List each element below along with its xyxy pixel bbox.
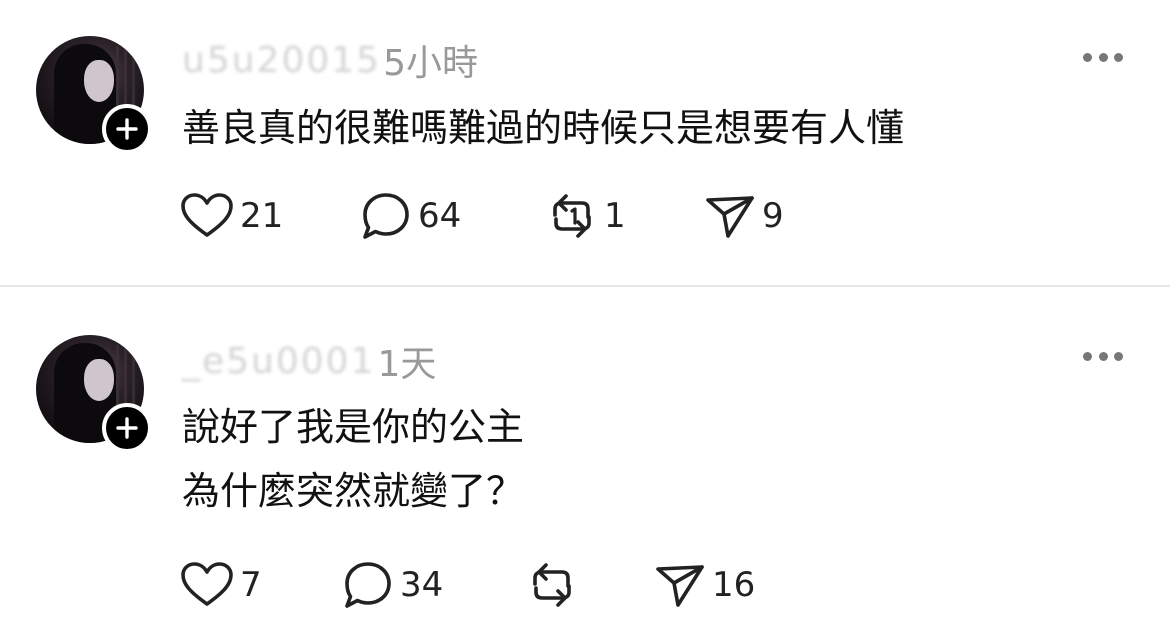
post-time: 1天: [377, 344, 437, 385]
post-text-line: 善良真的很難嗎難過的時候只是想要有人懂: [182, 106, 905, 150]
share-button[interactable]: 16: [654, 557, 755, 613]
share-button[interactable]: 9: [704, 188, 784, 244]
post-header: u5u20015 5小時: [182, 38, 478, 85]
comment-count: 64: [418, 196, 462, 236]
like-count: 21: [240, 196, 284, 236]
like-button[interactable]: 7: [180, 557, 262, 613]
plus-icon: [116, 118, 138, 140]
post-card: u5u20015 5小時 善良真的很難嗎難過的時候只是想要有人懂 21 64 1…: [0, 0, 1170, 286]
repost-icon: [553, 194, 591, 238]
repost-icon: [533, 563, 571, 607]
post-time: 5小時: [383, 43, 478, 84]
send-icon: [706, 196, 754, 238]
avatar-wrap[interactable]: [36, 335, 154, 453]
more-dots-icon[interactable]: [1083, 50, 1123, 64]
like-count: 7: [240, 565, 262, 605]
comment-count: 34: [400, 565, 444, 605]
repost-button[interactable]: [526, 557, 584, 613]
more-dots-icon[interactable]: [1083, 349, 1123, 363]
post-text-line: 說好了我是你的公主: [182, 405, 525, 449]
post-text: 善良真的很難嗎難過的時候只是想要有人懂: [182, 96, 904, 160]
username[interactable]: u5u20015: [182, 40, 381, 81]
comment-bubble-icon: [345, 562, 391, 608]
plus-icon: [116, 417, 138, 439]
avatar-wrap[interactable]: [36, 36, 154, 154]
comment-bubble-icon: [363, 193, 409, 239]
heart-icon: [181, 562, 233, 606]
post-header: _e5u0001 1天: [182, 339, 436, 386]
follow-plus-button[interactable]: [102, 403, 152, 453]
send-icon: [656, 565, 704, 607]
share-count: 9: [762, 196, 784, 236]
username[interactable]: _e5u0001: [182, 341, 376, 382]
follow-plus-button[interactable]: [102, 104, 152, 154]
repost-count: 1: [604, 196, 626, 236]
like-button[interactable]: 21: [180, 188, 283, 244]
comment-button[interactable]: 34: [342, 557, 443, 613]
post-text-line: 為什麼突然就變了？: [182, 469, 525, 513]
share-count: 16: [712, 565, 756, 605]
post-text: 說好了我是你的公主 為什麼突然就變了？: [182, 395, 524, 523]
post-card: _e5u0001 1天 說好了我是你的公主 為什麼突然就變了？ 7 34 16: [0, 287, 1170, 637]
comment-button[interactable]: 64: [360, 188, 461, 244]
heart-icon: [181, 193, 233, 237]
repost-button[interactable]: 1: [546, 188, 626, 244]
